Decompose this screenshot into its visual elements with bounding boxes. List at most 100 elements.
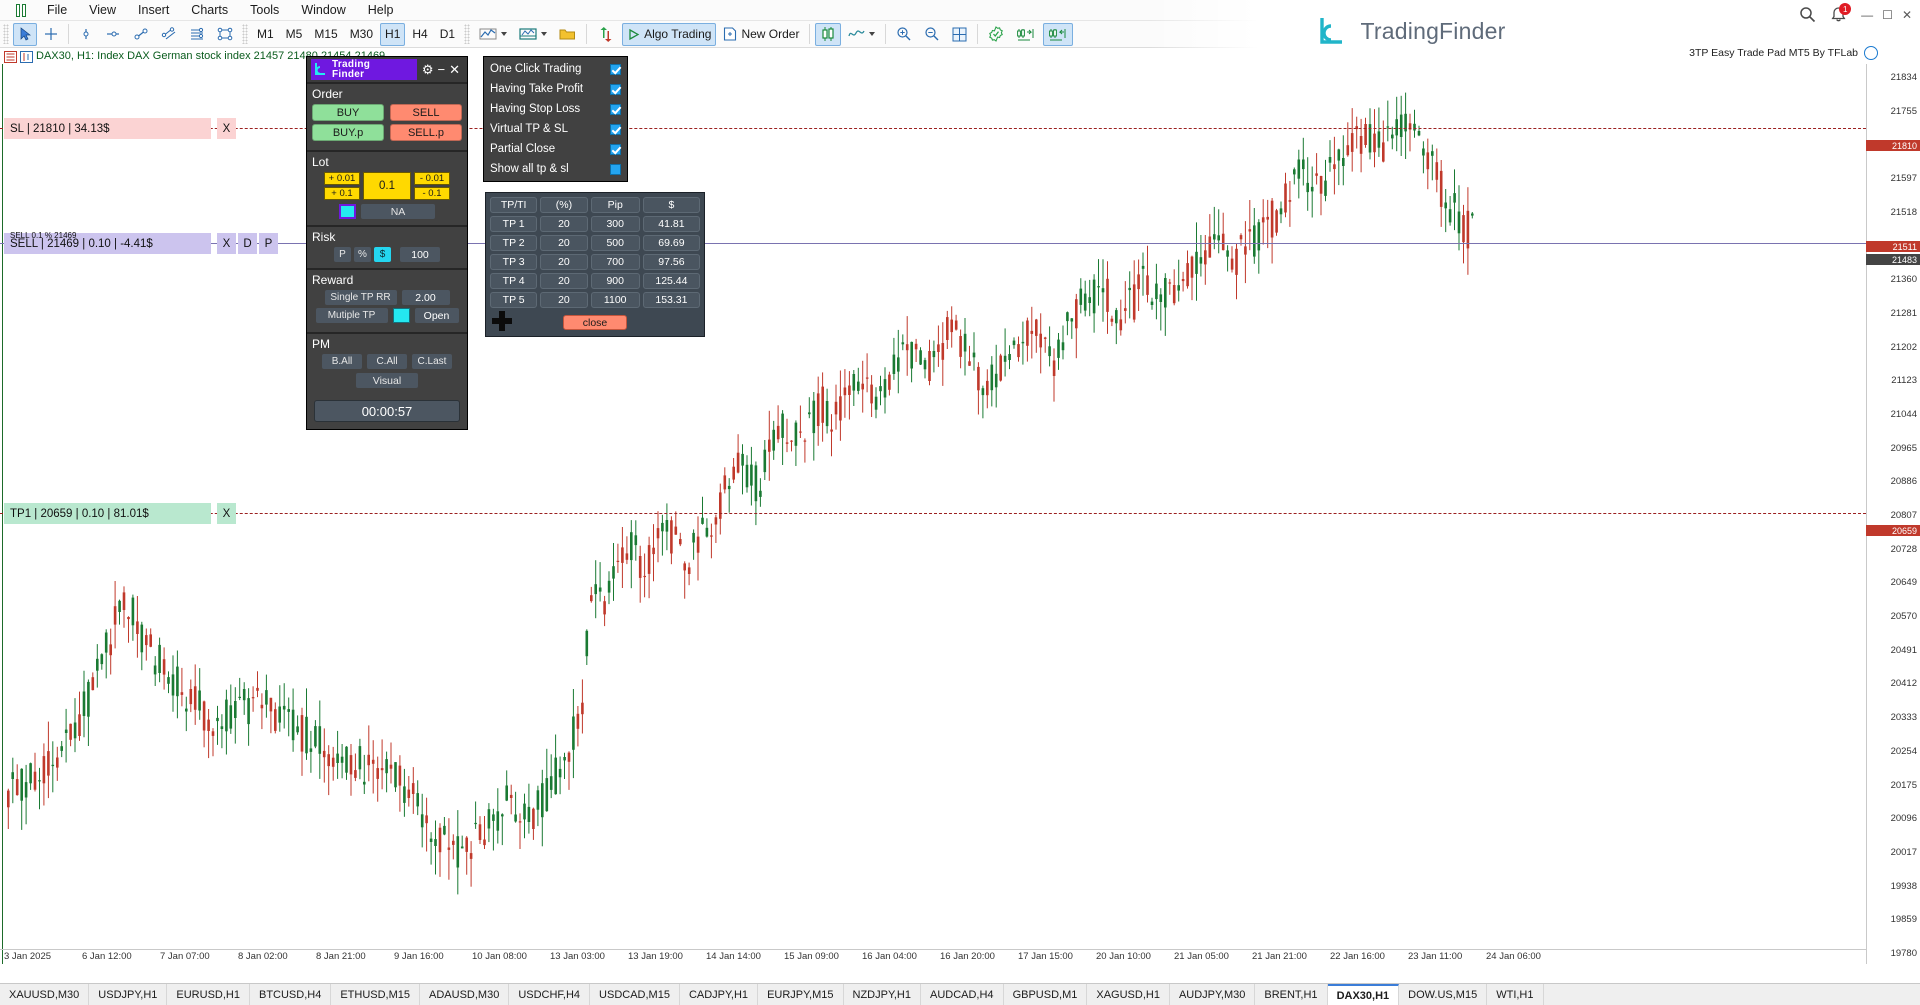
tp-level-label[interactable]: TP 3 [490,254,537,270]
templates-icon[interactable] [514,23,552,46]
tile-windows-icon[interactable] [947,23,972,46]
tp-cell[interactable]: 41.81 [643,216,700,232]
tp-cell[interactable]: 20 [540,216,587,232]
settings-item-one-click-trading[interactable]: One Click Trading [484,59,627,79]
timeframe-m30[interactable]: M30 [345,23,378,46]
gear-icon[interactable]: ⚙ [422,62,434,78]
timeframe-m15[interactable]: M15 [309,23,342,46]
chart-tab-audjpy-m30[interactable]: AUDJPY,M30 [1170,984,1255,1005]
settings-item-show-all-tp-sl[interactable]: Show all tp & sl [484,159,627,179]
tp-cell[interactable]: 69.69 [643,235,700,251]
auto-scroll-icon[interactable] [1011,23,1041,46]
risk-mode-percent-button[interactable]: % [354,247,371,262]
indicators-icon[interactable] [474,23,512,46]
single-tp-rr-button[interactable]: Single TP RR [325,290,397,305]
chart-tab-gbpusd-m1[interactable]: GBPUSD,M1 [1004,984,1088,1005]
multiple-tp-button[interactable]: Mutiple TP [316,308,388,323]
tp-cell[interactable]: 20 [540,235,587,251]
lot-value-input[interactable]: 0.1 [363,172,411,200]
break-even-all-button[interactable]: B.All [322,354,362,369]
trendline-icon[interactable] [128,23,154,46]
tp-cell[interactable]: 700 [591,254,640,270]
vertical-line-icon[interactable] [74,23,98,46]
panel-titlebar[interactable]: Trading Finder ⚙ − ✕ [307,57,467,82]
tp-cell[interactable]: 20 [540,292,587,308]
algo-trading-button[interactable]: Algo Trading [622,23,716,46]
menu-item-insert[interactable]: Insert [127,1,180,19]
chart-tab-adausd-m30[interactable]: ADAUSD,M30 [420,984,509,1005]
timeframe-h1[interactable]: H1 [380,23,405,46]
close-last-button[interactable]: C.Last [412,354,452,369]
toolbar-grip-2[interactable] [242,24,248,44]
multiple-tp-toggle[interactable] [393,308,410,323]
tp-level-label[interactable]: TP 4 [490,273,537,289]
checkbox-icon[interactable] [610,84,621,95]
crosshair-icon[interactable] [39,23,63,46]
menu-item-window[interactable]: Window [290,1,356,19]
risk-value-input[interactable]: 100 [400,247,440,262]
multiple-tp-open-button[interactable]: Open [415,308,459,323]
tp-cell[interactable]: 97.56 [643,254,700,270]
chart-tab-cadjpy-h1[interactable]: CADJPY,H1 [680,984,758,1005]
expert-advisor-icon[interactable] [983,23,1009,46]
toolbar-grip-3[interactable] [464,24,470,44]
chart-tabs-bar[interactable]: XAUUSD,M30USDJPY,H1EURUSD,H1BTCUSD,H4ETH… [0,983,1920,1005]
sell-pending-button[interactable]: SELL.p [390,124,462,141]
candlestick-icon[interactable] [815,23,841,46]
chart-tab-xauusd-m30[interactable]: XAUUSD,M30 [0,984,89,1005]
shapes-icon[interactable] [212,23,238,46]
settings-dropdown-menu[interactable]: One Click TradingHaving Take ProfitHavin… [483,56,628,182]
single-tp-rr-value[interactable]: 2.00 [402,290,450,305]
tp-level-label[interactable]: TP 5 [490,292,537,308]
visual-button[interactable]: Visual [356,373,418,388]
sell-position-level-button-p[interactable]: P [259,233,278,254]
table-row[interactable]: TP 5201100153.31 [490,292,700,308]
take-profit-level-button-x[interactable]: X [217,503,236,524]
close-all-button[interactable]: C.All [367,354,407,369]
chart-tab-usdcad-m15[interactable]: USDCAD,M15 [590,984,680,1005]
chart-area[interactable]: DAX30, H1: Index DAX German stock index … [0,48,1920,983]
settings-item-having-stop-loss[interactable]: Having Stop Loss [484,99,627,119]
lot-decrease-small-button[interactable]: - 0.01 [414,172,450,185]
window-close-icon[interactable]: ✕ [1902,8,1912,22]
timeframe-h4[interactable]: H4 [407,23,432,46]
tp-cell[interactable]: 1100 [591,292,640,308]
chart-tab-nzdjpy-h1[interactable]: NZDJPY,H1 [844,984,921,1005]
chart-tab-dax30-h1[interactable]: DAX30,H1 [1328,984,1400,1005]
zoom-in-icon[interactable] [891,23,917,46]
new-order-button[interactable]: New Order [718,23,804,46]
menu-item-help[interactable]: Help [357,1,405,19]
checkbox-icon[interactable] [610,144,621,155]
risk-mode-pip-button[interactable]: P [334,247,351,262]
settings-item-partial-close[interactable]: Partial Close [484,139,627,159]
checkbox-icon[interactable] [610,164,621,175]
lot-na-display[interactable]: NA [361,204,435,219]
chart-tab-dow-us-m15[interactable]: DOW.US,M15 [1399,984,1487,1005]
menu-item-view[interactable]: View [78,1,127,19]
buy-pending-button[interactable]: BUY.p [312,124,384,141]
tp-cell[interactable]: 300 [591,216,640,232]
sell-position-level-button-x[interactable]: X [217,233,236,254]
menu-item-file[interactable]: File [36,1,78,19]
horizontal-line-icon[interactable] [100,23,126,46]
folder-icon[interactable] [554,23,581,46]
lot-increase-big-button[interactable]: + 0.1 [324,187,360,200]
menu-item-tools[interactable]: Tools [239,1,290,19]
tp-cell[interactable]: 20 [540,273,587,289]
settings-item-virtual-tp-sl[interactable]: Virtual TP & SL [484,119,627,139]
tp-cell[interactable]: 900 [591,273,640,289]
risk-mode-money-button[interactable]: $ [374,247,391,262]
chart-tab-eurusd-h1[interactable]: EURUSD,H1 [167,984,250,1005]
cursor-icon[interactable] [13,23,37,46]
checkbox-icon[interactable] [610,104,621,115]
minimize-icon[interactable]: − [438,62,446,77]
chart-tab-brent-h1[interactable]: BRENT,H1 [1255,984,1327,1005]
plus-icon[interactable] [492,311,512,331]
tp-cell[interactable]: 153.31 [643,292,700,308]
oscillator-icon[interactable] [843,23,880,46]
lot-decrease-big-button[interactable]: - 0.1 [414,187,450,200]
chart-tab-eurjpy-m15[interactable]: EURJPY,M15 [758,984,843,1005]
take-profit-table-panel[interactable]: TP/TI(%)Pip$TP 12030041.81TP 22050069.69… [485,192,705,337]
channel-icon[interactable] [156,23,182,46]
search-icon[interactable] [1799,6,1816,23]
